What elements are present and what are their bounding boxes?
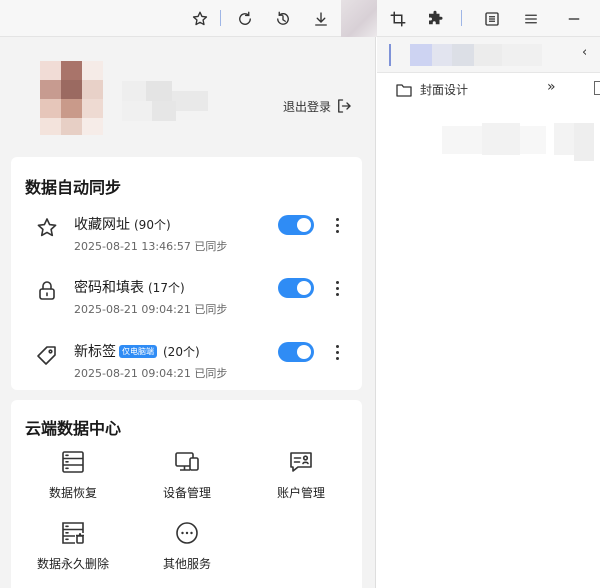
tab-strip: ‹ — [377, 37, 600, 73]
bookmark-edge-icon — [594, 81, 600, 95]
account-icon — [290, 452, 312, 472]
sync-item-name: 新标签 — [74, 344, 116, 360]
star-icon[interactable] — [187, 6, 213, 32]
tile-label: 数据恢复 — [48, 486, 97, 500]
tile-label: 设备管理 — [162, 486, 211, 500]
sync-item-time: 2025-08-21 09:04:21 已同步 — [74, 367, 228, 380]
data-restore-icon — [62, 451, 84, 473]
toolbar-divider — [220, 10, 221, 26]
logout-button[interactable]: 退出登录 — [283, 97, 353, 115]
more-options-icon[interactable] — [329, 277, 345, 299]
more-services-icon — [176, 522, 198, 544]
bookmark-folder-label: 封面设计 — [420, 83, 469, 97]
sync-item-count: (90个) — [134, 217, 171, 232]
tab-title-blurred — [452, 44, 474, 66]
sync-item-passwords: 密码和填表 (17个) 2025-08-21 09:04:21 已同步 — [11, 273, 362, 323]
sync-item-bookmarks: 收藏网址 (90个) 2025-08-21 13:46:57 已同步 — [11, 210, 362, 260]
sync-item-label: 收藏网址 (90个) — [74, 214, 171, 234]
pc-only-badge: 仅电脑端 — [119, 344, 157, 358]
bookmark-folder[interactable]: 封面设计 — [396, 81, 468, 98]
logout-label: 退出登录 — [283, 99, 332, 114]
toolbar-divider — [461, 10, 462, 26]
menu-icon[interactable] — [518, 6, 544, 32]
chevron-left-icon[interactable]: ‹ — [582, 45, 587, 60]
tab-title-blurred — [432, 44, 452, 66]
tile-label: 账户管理 — [276, 486, 325, 500]
browser-toolbar — [0, 0, 600, 37]
sync-toggle-passwords[interactable] — [278, 278, 314, 298]
download-icon[interactable] — [308, 6, 334, 32]
minimize-icon[interactable] — [561, 6, 587, 32]
account-management-button[interactable]: 账户管理 — [246, 449, 356, 509]
sync-panel: 退出登录 数据自动同步 收藏网址 (90个) 2025-08-21 13:46:… — [0, 37, 376, 588]
star-icon — [35, 216, 59, 240]
data-delete-icon — [62, 522, 84, 544]
sync-item-label: 新标签 仅电脑端 (20个) — [74, 341, 200, 361]
logout-icon — [338, 99, 351, 113]
sync-toggle-bookmarks[interactable] — [278, 215, 314, 235]
more-options-icon[interactable] — [329, 214, 345, 236]
lock-icon — [35, 279, 59, 303]
other-services-button[interactable]: 其他服务 — [132, 520, 242, 580]
sync-item-time: 2025-08-21 09:04:21 已同步 — [74, 303, 228, 316]
bookmarks-bar: 封面设计 » — [377, 73, 600, 105]
cloud-data-card: 云端数据中心 数据恢复 设备管理 账户管理 数据永久删除 其他服务 — [11, 400, 362, 588]
tile-label: 其他服务 — [162, 557, 211, 571]
data-restore-button[interactable]: 数据恢复 — [18, 449, 128, 509]
sync-item-name: 收藏网址 — [74, 217, 130, 233]
reading-list-icon[interactable] — [479, 6, 505, 32]
user-nickname-blurred — [122, 81, 208, 121]
tab-title-blurred — [474, 44, 502, 66]
cloud-card-title: 云端数据中心 — [25, 419, 122, 438]
more-options-icon[interactable] — [329, 341, 345, 363]
folder-icon — [396, 83, 412, 97]
sync-item-newtab: 新标签 仅电脑端 (20个) 2025-08-21 09:04:21 已同步 — [11, 337, 362, 387]
avatar — [40, 61, 103, 135]
tile-label: 数据永久删除 — [36, 557, 109, 571]
sync-item-count: (20个) — [163, 344, 200, 359]
devices-icon — [175, 452, 199, 471]
history-icon[interactable] — [270, 6, 296, 32]
sync-toggle-newtab[interactable] — [278, 342, 314, 362]
tab-title-blurred[interactable] — [410, 44, 432, 66]
data-permanent-delete-button[interactable]: 数据永久删除 — [18, 520, 128, 580]
sync-card-title: 数据自动同步 — [25, 178, 122, 197]
tag-icon — [35, 343, 59, 367]
crop-icon[interactable] — [385, 6, 411, 32]
sync-item-label: 密码和填表 (17个) — [74, 277, 185, 297]
refresh-icon[interactable] — [232, 6, 258, 32]
profile-avatar-icon[interactable] — [341, 0, 377, 37]
bookmarks-overflow-button[interactable]: » — [547, 79, 556, 95]
sync-item-time: 2025-08-21 13:46:57 已同步 — [74, 240, 228, 253]
page-area: ‹ 封面设计 » — [377, 37, 600, 588]
tab-favicon-blurred — [389, 44, 391, 66]
puzzle-icon[interactable] — [422, 6, 448, 32]
sync-item-name: 密码和填表 — [74, 280, 144, 296]
tab-title-blurred — [502, 44, 542, 66]
sync-card: 数据自动同步 收藏网址 (90个) 2025-08-21 13:46:57 已同… — [11, 157, 362, 390]
sync-item-count: (17个) — [148, 280, 185, 295]
device-management-button[interactable]: 设备管理 — [132, 449, 242, 509]
